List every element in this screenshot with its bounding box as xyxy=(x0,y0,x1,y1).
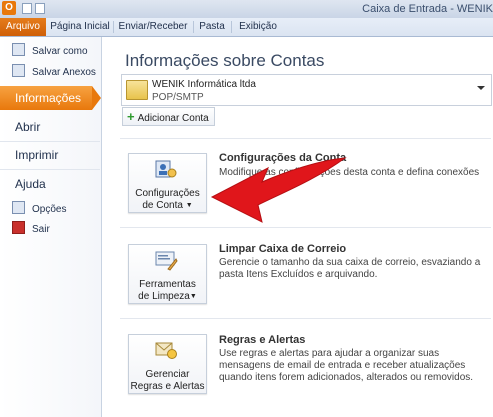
mail-folder-icon xyxy=(126,80,148,100)
plus-icon: + xyxy=(127,109,135,124)
section-desc-cleanup: Gerencie o tamanho da sua caixa de corre… xyxy=(219,257,481,280)
ribbon-tabs: Arquivo Página Inicial Enviar/Receber Pa… xyxy=(0,18,493,37)
backstage-nav: Salvar como Salvar Anexos Informações Ab… xyxy=(0,37,102,417)
section-title-cleanup: Limpar Caixa de Correio xyxy=(219,243,347,255)
window-title: Caixa de Entrada - WENIK xyxy=(362,3,493,15)
nav-options[interactable]: Opções xyxy=(12,201,66,217)
nav-info[interactable]: Informações xyxy=(0,86,101,110)
cleanup-tools-button[interactable]: Ferramentas de Limpeza▼ xyxy=(128,244,207,304)
nav-exit[interactable]: Sair xyxy=(12,221,50,237)
tab-arquivo[interactable]: Arquivo xyxy=(0,18,46,36)
nav-print[interactable]: Imprimir xyxy=(15,145,58,165)
page-title: Informações sobre Contas xyxy=(125,51,325,70)
section-title-rules: Regras e Alertas xyxy=(219,334,306,346)
dropdown-caret-icon: ▼ xyxy=(189,293,197,300)
tab-enviar-receber[interactable]: Enviar/Receber xyxy=(115,18,191,36)
rules-alerts-icon xyxy=(155,342,177,359)
account-selector[interactable]: WENIK Informática ltda POP/SMTP xyxy=(121,74,492,106)
tab-pagina-inicial[interactable]: Página Inicial xyxy=(49,18,111,36)
save-icon[interactable] xyxy=(22,3,32,14)
cleanup-tools-icon xyxy=(155,251,178,271)
add-account-button[interactable]: + Adicionar Conta xyxy=(122,107,215,126)
section-desc-rules: Use regras e alertas para ajudar a organ… xyxy=(219,348,474,383)
manage-rules-alerts-button[interactable]: Gerenciar Regras e Alertas xyxy=(128,334,207,394)
undo-icon[interactable] xyxy=(35,3,45,14)
account-type: POP/SMTP xyxy=(152,92,204,103)
save-attachments-icon xyxy=(12,64,25,77)
title-bar: O Caixa de Entrada - WENIK xyxy=(0,0,493,18)
dropdown-caret-icon: ▼ xyxy=(185,202,193,209)
account-name: WENIK Informática ltda xyxy=(152,79,256,90)
section-title-account-settings: Configurações da Conta xyxy=(219,152,347,164)
nav-help[interactable]: Ajuda xyxy=(15,174,46,194)
main-panel: Informações sobre Contas WENIK Informáti… xyxy=(102,37,493,417)
section-desc-account-settings: Modifique as configurações desta conta e… xyxy=(219,167,480,178)
nav-save-attachments[interactable]: Salvar Anexos xyxy=(12,64,96,80)
nav-save-as[interactable]: Salvar como xyxy=(12,43,88,59)
tab-exibicao[interactable]: Exibição xyxy=(233,18,283,36)
tab-pasta[interactable]: Pasta xyxy=(195,18,229,36)
chevron-down-icon[interactable] xyxy=(477,86,485,90)
outlook-app-icon[interactable]: O xyxy=(2,1,16,15)
options-icon xyxy=(12,201,25,214)
nav-open[interactable]: Abrir xyxy=(15,117,40,137)
quick-access-toolbar xyxy=(22,3,52,14)
account-settings-button[interactable]: Configurações de Conta ▼ xyxy=(128,153,207,213)
account-settings-icon xyxy=(155,160,177,178)
save-as-icon xyxy=(12,43,25,56)
exit-icon xyxy=(12,221,25,234)
